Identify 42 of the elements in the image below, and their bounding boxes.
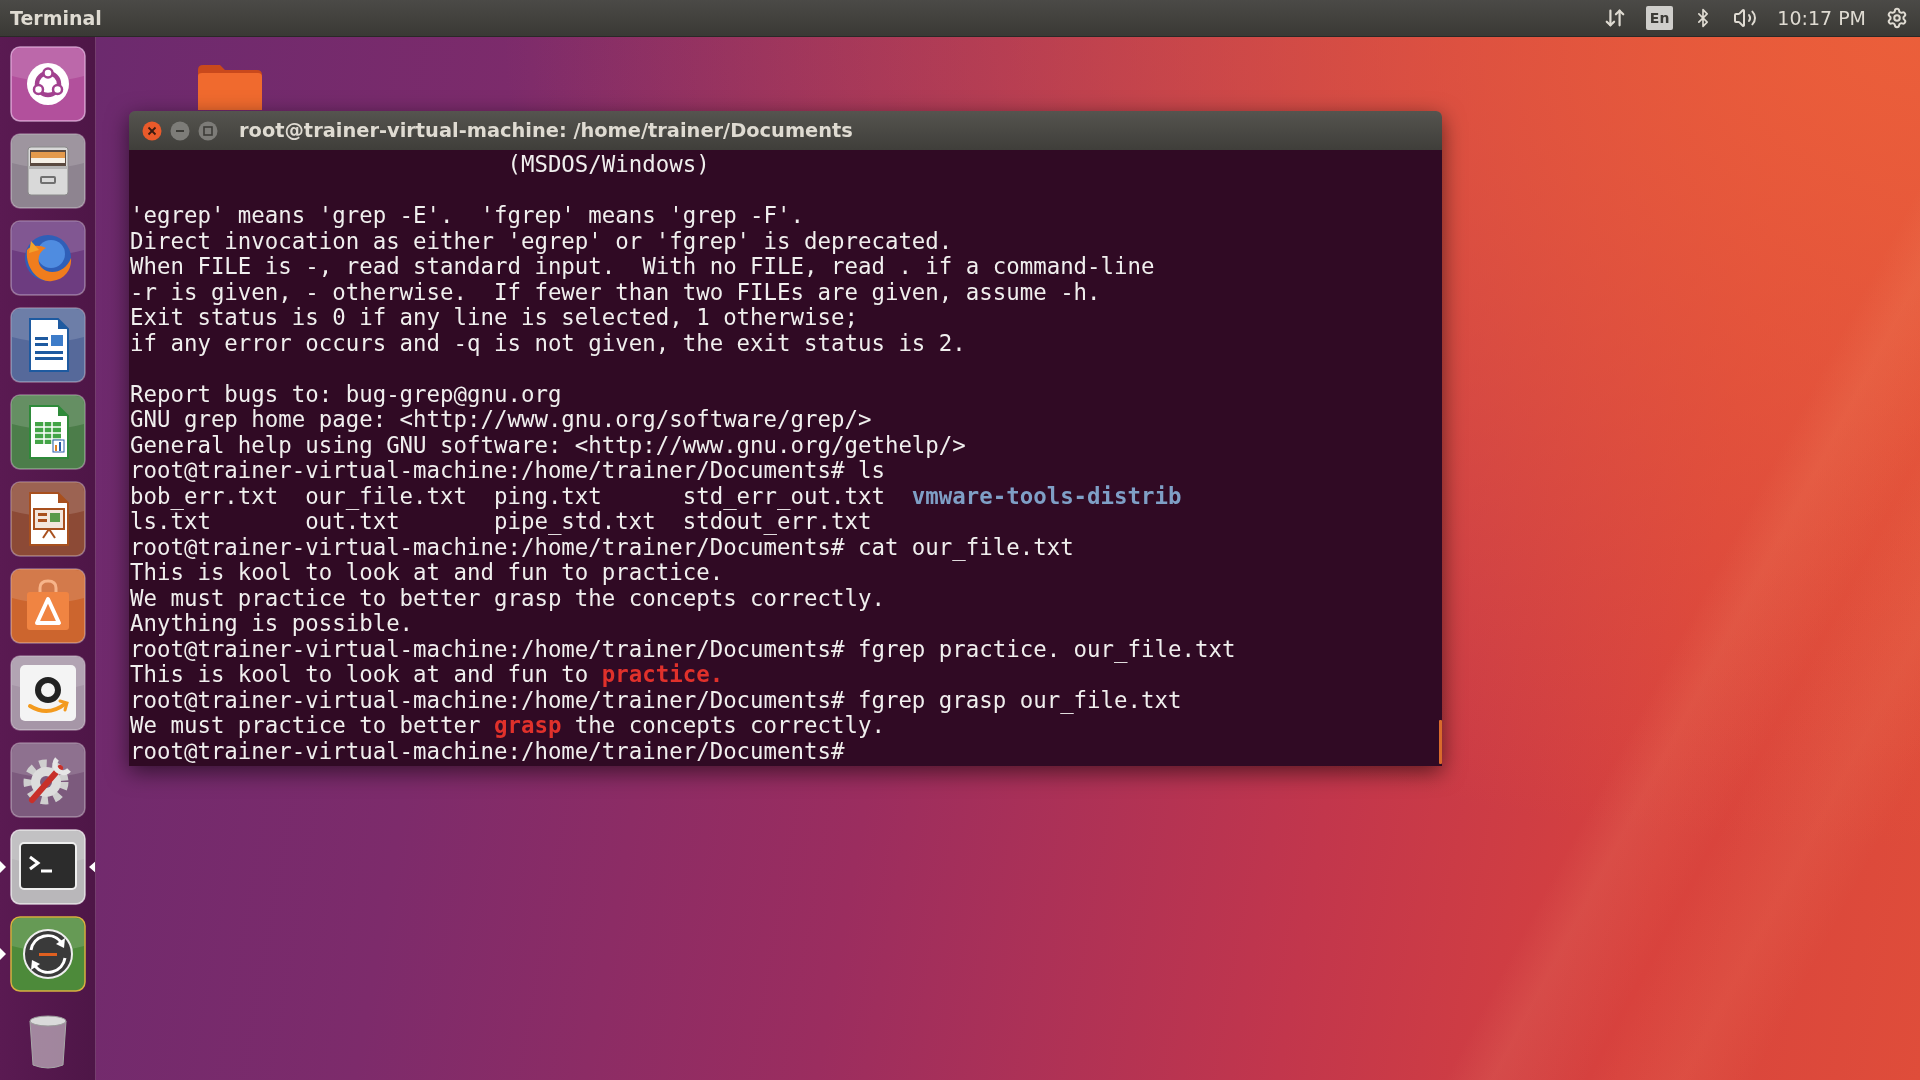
fox-globe-icon[interactable] [9,220,86,296]
clock[interactable]: 10:17 PM [1777,7,1866,29]
terminal-line: Direct invocation as either 'egrep' or 'fgrep' is deprecated. [130,227,953,254]
terminal-line: Report bugs to: bug-grep@gnu.org [130,380,562,407]
terminal-line: GNU grep home page: <http://www.gnu.org/software/grep/> [130,406,872,432]
transfer-arrows-icon[interactable] [1603,7,1626,29]
document-icon[interactable] [9,307,86,383]
scrollbar-thumb[interactable] [1439,720,1442,764]
folder-icon[interactable] [196,62,264,110]
terminal-line: This is kool to look at and fun to practice. [130,661,724,687]
terminal-icon[interactable] [9,829,86,905]
terminal-line: 'egrep' means 'grep -E'. 'fgrep' means 'grep -F'. [130,202,804,228]
volume-icon[interactable] [1733,6,1758,30]
terminal-line: Exit status is 0 if any line is selected, 1 otherwise; [130,304,858,330]
close-icon[interactable] [142,120,162,141]
terminal-line: (MSDOS/Windows) [507,151,710,177]
terminal-line: We must practice to better grasp the concepts correctly. [130,584,885,611]
terminal-line: bob_err.txt our_file.txt ping.txt std_err_out.txt vmware-tools-distrib [130,482,1182,509]
terminal-line: if any error occurs and -q is not given, the exit status is 2. [130,329,966,356]
file-cabinet-icon[interactable] [9,133,86,209]
terminal-line: root@trainer-virtual-machine:/home/trainer/Documents# fgrep practice. our_file.txt [130,635,1236,662]
shopping-bag-icon[interactable] [9,568,86,644]
spreadsheet-icon[interactable] [9,394,86,470]
circular-arrows-icon[interactable] [9,916,86,992]
minimize-icon[interactable] [170,120,190,141]
terminal-line: root@trainer-virtual-machine:/home/trainer/Documents# fgrep grasp our_file.txt [130,686,1182,713]
keyboard-layout-indicator[interactable]: En [1645,6,1674,30]
ring-dots-icon[interactable] [9,46,86,122]
terminal-line: This is kool to look at and fun to practice. [130,559,724,585]
settings-icon[interactable] [1886,7,1908,29]
terminal-line: General help using GNU software: <http://www.gnu.org/gethelp/> [130,431,966,458]
terminal-line: root@trainer-virtual-machine:/home/trainer/Documents# ls [130,457,885,483]
terminal-line: When FILE is -, read standard input. With no FILE, read . if a command-line [130,253,1155,279]
terminal-line: Anything is possible. [130,610,414,636]
terminal-line: ls.txt out.txt pipe_std.txt stdout_err.txt [130,508,872,534]
terminal-line: -r is given, - otherwise. If fewer than two FILEs are given, assume -h. [130,278,1101,305]
presentation-icon[interactable] [9,481,86,557]
terminal-line: root@trainer-virtual-machine:/home/trainer/Documents# [130,737,845,764]
terminal-line: We must practice to better grasp the concepts correctly. [130,712,885,738]
gear-wrench-icon[interactable] [9,742,86,818]
app-title: Terminal [10,7,102,29]
window-title: root@trainer-virtual-machine: /home/trainer/Documents [239,119,853,142]
